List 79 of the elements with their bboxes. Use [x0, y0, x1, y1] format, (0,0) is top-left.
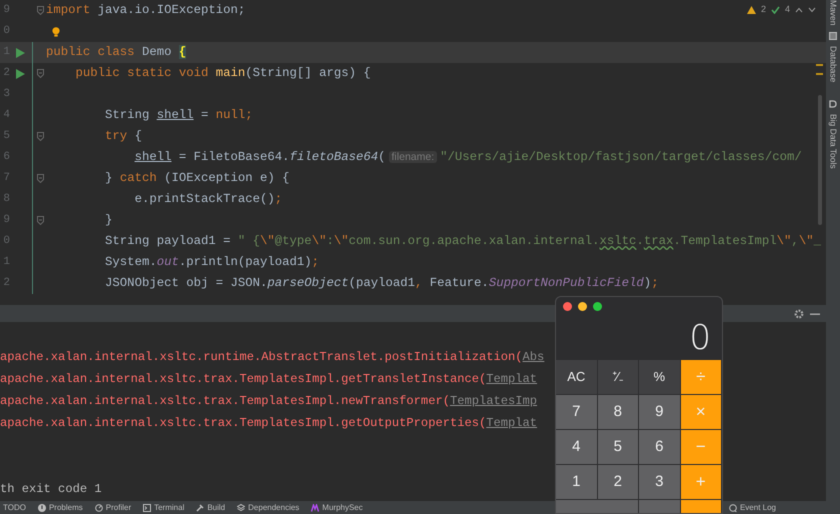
- tool-window-button[interactable]: Profiler: [94, 502, 132, 514]
- line-number: 8: [2, 192, 10, 208]
- code-line: public static void main(String[] args) {: [74, 65, 371, 82]
- tool-window-tab[interactable]: Maven: [828, 0, 838, 26]
- database-icon[interactable]: [829, 32, 837, 40]
- zoom-button[interactable]: [593, 302, 602, 311]
- line-number: 2: [2, 276, 10, 292]
- event-log-button[interactable]: Event Log: [728, 502, 776, 514]
- problems-icon: [38, 504, 46, 512]
- settings-icon[interactable]: [794, 308, 804, 318]
- tool-window-button[interactable]: Terminal: [143, 502, 184, 514]
- run-icon[interactable]: [16, 68, 25, 78]
- fold-icon[interactable]: [37, 132, 44, 141]
- hammer-icon: [196, 504, 204, 512]
- code-line: }: [104, 212, 112, 230]
- code-line: JSONObject obj = JSON.parseObject(payload1, Feature.SupportNonPublicField);: [104, 275, 659, 292]
- line-number: 1: [2, 255, 10, 270]
- code-line: String shell = null;: [104, 107, 253, 124]
- tool-window-tab[interactable]: Database: [828, 46, 838, 82]
- calculator-display: 0: [688, 317, 712, 360]
- console-line: apache.xalan.internal.xsltc.trax.TemplatesImpl.getOutputProperties(Templat: [0, 415, 538, 432]
- calculator-key[interactable]: ⁺∕₋: [598, 360, 639, 395]
- code-line: e.printStackTrace();: [134, 191, 282, 208]
- gauge-icon: [94, 504, 103, 512]
- logo-icon: [311, 504, 320, 512]
- line-number: 9: [2, 213, 10, 228]
- calculator-key[interactable]: 5: [598, 430, 639, 465]
- console-line: apache.xalan.internal.xsltc.runtime.AbstractTranslet.postInitialization(Abs: [0, 349, 544, 366]
- code-line: String payload1 = " {\"@type\":\"com.sun.org.apache.xalan.internal.xsltc.trax.TemplatesImpl\",\"_: [104, 233, 821, 250]
- line-number: 0: [2, 24, 10, 40]
- calculator-key[interactable]: 1: [556, 465, 598, 500]
- line-number: 9: [2, 3, 10, 18]
- fold-icon[interactable]: [37, 174, 44, 183]
- calculator-key[interactable]: 6: [639, 430, 680, 465]
- code-line: try {: [104, 128, 142, 146]
- fold-icon[interactable]: [37, 69, 44, 78]
- big-data-tools-icon[interactable]: [829, 100, 837, 108]
- line-number: 7: [2, 171, 10, 186]
- speech-bubble-icon: [728, 504, 737, 512]
- minimize-button[interactable]: [578, 302, 587, 311]
- calculator-key[interactable]: 7: [556, 395, 598, 430]
- weak-warning-count: 4: [784, 3, 790, 16]
- tool-window-button[interactable]: TODO: [3, 502, 26, 514]
- warning-count: 2: [760, 3, 766, 16]
- calculator-key[interactable]: 9: [639, 395, 680, 430]
- line-number: 3: [2, 87, 10, 102]
- terminal-icon: [143, 504, 152, 512]
- fold-icon[interactable]: [37, 6, 44, 15]
- calculator-key[interactable]: 3: [639, 465, 680, 500]
- line-number: 4: [2, 108, 10, 124]
- layers-icon: [237, 504, 246, 512]
- code-line: } catch (IOException e) {: [104, 170, 290, 188]
- calculator-key[interactable]: 8: [598, 395, 639, 430]
- console-line: apache.xalan.internal.xsltc.trax.TemplatesImpl.newTransformer(TemplatesImp: [0, 393, 538, 410]
- close-button[interactable]: [563, 302, 572, 311]
- line-number: 6: [2, 150, 10, 166]
- code-line: public class Demo {: [46, 44, 186, 62]
- calculator-key[interactable]: 4: [556, 430, 598, 465]
- console-line: th exit code 1: [0, 481, 102, 498]
- calculator-key[interactable]: 2: [598, 465, 639, 500]
- lightbulb-icon[interactable]: [52, 26, 60, 36]
- line-number: 2: [2, 66, 10, 82]
- console-line: apache.xalan.internal.xsltc.trax.TemplatesImpl.getTransletInstance(Templat: [0, 371, 538, 388]
- code-line: System.out.println(payload1);: [104, 254, 320, 272]
- code-line: import java.io.IOException;: [46, 2, 246, 20]
- line-number: 5: [2, 129, 10, 144]
- code-line: shell = FiletoBase64.filetoBase64( filename: "/Users/ajie/Desktop/fastjson/target/classes/com/: [134, 149, 802, 166]
- calculator-key[interactable]: AC: [556, 360, 598, 395]
- tool-window-button[interactable]: Build: [196, 502, 226, 514]
- tool-window-button[interactable]: Problems: [38, 502, 83, 514]
- tool-window-tab[interactable]: Big Data Tools: [828, 114, 838, 169]
- warning-icon: [746, 6, 756, 14]
- check-icon: [770, 6, 780, 14]
- line-number: 0: [2, 234, 10, 250]
- tool-window-button[interactable]: MurphySec: [311, 502, 363, 514]
- run-icon[interactable]: [16, 48, 25, 58]
- calculator-key[interactable]: %: [639, 360, 680, 395]
- fold-icon[interactable]: [37, 216, 44, 225]
- tool-window-button[interactable]: Dependencies: [237, 502, 300, 514]
